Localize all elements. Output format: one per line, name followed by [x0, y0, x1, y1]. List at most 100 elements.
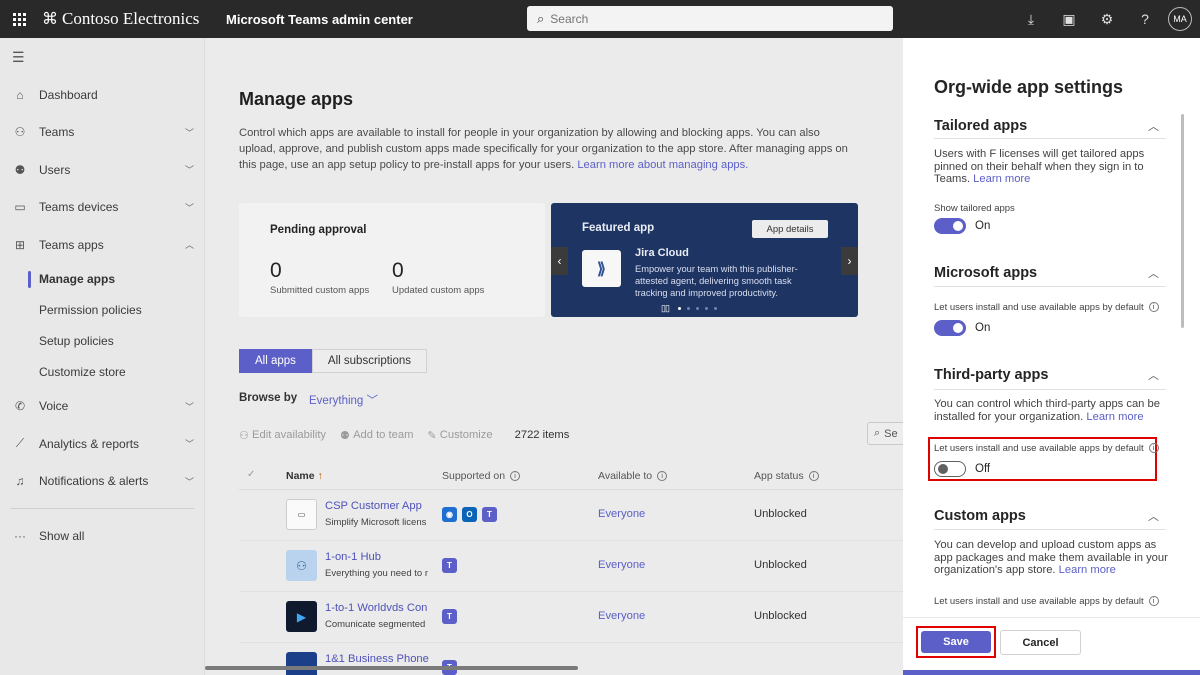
- carousel-dots: ▯▯: [661, 303, 717, 314]
- nav-teams-devices[interactable]: ▭ Teams devices ﹀: [0, 189, 204, 227]
- cancel-button[interactable]: Cancel: [1000, 630, 1081, 655]
- app-details-button[interactable]: App details: [752, 220, 828, 238]
- table-row[interactable]: ⚇ 1-on-1 Hub Everything you need to r T …: [239, 541, 903, 592]
- custom-learn-more-link[interactable]: Learn more: [1059, 564, 1116, 576]
- teams-icon: T: [442, 609, 457, 624]
- ms-toggle-text: Let users install and use available apps…: [934, 302, 1144, 313]
- panel-bottom-bar: [903, 670, 1200, 675]
- third-party-text: You can control which third-party apps c…: [934, 398, 1168, 423]
- chevron-up-icon[interactable]: ︿: [1148, 265, 1159, 281]
- table-row[interactable]: ▭ CSP Customer App Simplify Microsoft li…: [239, 490, 903, 541]
- tab-all-apps[interactable]: All apps: [239, 349, 312, 373]
- save-button[interactable]: Save: [921, 631, 991, 653]
- customize-button[interactable]: ✎ Customize: [427, 429, 492, 442]
- column-available-to[interactable]: Available to i: [598, 470, 668, 482]
- info-icon[interactable]: i: [510, 471, 521, 482]
- app-name-link[interactable]: 1&1 Business Phone: [325, 653, 429, 665]
- nav-permission-policies[interactable]: Permission policies: [0, 295, 204, 326]
- org-brand[interactable]: ⌘ Contoso Electronics: [42, 9, 222, 29]
- column-status-label: App status: [754, 470, 804, 482]
- third-party-apps-toggle[interactable]: [934, 461, 966, 477]
- bell-icon: ♫: [15, 474, 25, 489]
- table-row[interactable]: ▪ 1&1 Business Phone T: [239, 643, 903, 675]
- avatar[interactable]: MA: [1168, 7, 1192, 31]
- app-name-link[interactable]: 1-to-1 Worldvds Con: [325, 602, 429, 614]
- info-icon[interactable]: i: [1148, 443, 1159, 454]
- pause-icon[interactable]: ▯▯: [661, 303, 670, 314]
- edit-availability-button[interactable]: ⚇ Edit availability: [239, 429, 326, 442]
- tailored-learn-more-link[interactable]: Learn more: [973, 173, 1030, 185]
- nav-customize-store[interactable]: Customize store: [0, 357, 204, 388]
- nav-teams-apps[interactable]: ⊞ Teams apps ︿: [0, 226, 204, 264]
- info-icon[interactable]: i: [1148, 302, 1159, 313]
- column-app-status[interactable]: App status i: [754, 470, 819, 482]
- chevron-up-icon[interactable]: ︿: [1148, 508, 1159, 524]
- carousel-dot[interactable]: [677, 307, 681, 310]
- tailored-apps-toggle[interactable]: [934, 218, 966, 234]
- add-to-team-button[interactable]: ⚉ Add to team: [340, 429, 413, 442]
- info-icon[interactable]: i: [657, 471, 668, 482]
- select-all-checkbox[interactable]: ✓: [247, 469, 255, 480]
- nav-setup-policies[interactable]: Setup policies: [0, 326, 204, 357]
- info-icon[interactable]: i: [808, 471, 819, 482]
- app-name-link[interactable]: CSP Customer App: [325, 500, 429, 512]
- third-party-apps-heading: Third-party apps: [934, 367, 1049, 383]
- panel-title: Org-wide app settings: [934, 77, 1124, 97]
- app-launcher-button[interactable]: [0, 0, 38, 38]
- nav-notifications-alerts[interactable]: ♫ Notifications & alerts ﹀: [0, 463, 204, 501]
- nav-teams[interactable]: ⚇ Teams ﹀: [0, 114, 204, 152]
- chevron-down-icon: ﹀: [184, 476, 194, 487]
- available-to-link[interactable]: Everyone: [598, 508, 645, 520]
- analytics-chart-icon: ⟋: [15, 436, 25, 451]
- horizontal-scrollbar[interactable]: [205, 666, 578, 670]
- page-description: Control which apps are available to inst…: [239, 125, 859, 173]
- search-icon: ⌕: [874, 427, 881, 439]
- table-row[interactable]: ▶ 1-to-1 Worldvds Con Comunicate segment…: [239, 592, 903, 643]
- column-supported-on[interactable]: Supported on i: [442, 470, 521, 482]
- nav-analytics-reports[interactable]: ⟋ Analytics & reports ﹀: [0, 425, 204, 463]
- settings-gear-icon[interactable]: ⚙: [1088, 0, 1126, 38]
- info-icon[interactable]: i: [1148, 596, 1159, 607]
- search-input[interactable]: [550, 11, 871, 26]
- featured-app-card: ‹ Featured app App details ⟫ Jira Cloud …: [551, 203, 858, 317]
- microsoft-apps-toggle[interactable]: [934, 320, 966, 336]
- carousel-dot[interactable]: [686, 307, 690, 310]
- panel-scrollbar[interactable]: [1181, 114, 1184, 328]
- hamburger-menu-icon[interactable]: ☰: [0, 38, 204, 76]
- nav-voice[interactable]: ✆ Voice ﹀: [0, 388, 204, 426]
- tab-all-subscriptions[interactable]: All subscriptions: [311, 349, 428, 373]
- submitted-stat[interactable]: 0 Submitted custom apps: [270, 259, 369, 296]
- nav-show-all[interactable]: ··· Show all: [0, 517, 204, 555]
- search-box[interactable]: ⌕: [527, 6, 893, 31]
- nav-users[interactable]: ⚉ Users ﹀: [0, 151, 204, 189]
- supported-platforms: T: [442, 609, 457, 624]
- learn-more-link[interactable]: Learn more about managing apps.: [577, 159, 748, 171]
- chevron-up-icon[interactable]: ︿: [1148, 118, 1159, 134]
- column-name[interactable]: Name ↑: [286, 470, 323, 482]
- left-nav: ☰ ⌂ Dashboard ⚇ Teams ﹀ ⚉ Users ﹀ ▭ Teams devi…: [0, 38, 205, 675]
- carousel-dot[interactable]: [704, 307, 708, 310]
- available-to-link[interactable]: Everyone: [598, 559, 645, 571]
- help-icon[interactable]: ?: [1126, 0, 1164, 38]
- users-icon: ⚉: [14, 162, 26, 177]
- nav-manage-apps[interactable]: Manage apps: [0, 264, 204, 295]
- apps-grid-icon: ⊞: [14, 237, 26, 252]
- nav-dashboard[interactable]: ⌂ Dashboard: [0, 76, 204, 114]
- carousel-dot[interactable]: [713, 307, 717, 310]
- nav-label: Notifications & alerts: [39, 474, 149, 489]
- carousel-dot[interactable]: [695, 307, 699, 310]
- chevron-up-icon[interactable]: ︿: [1148, 367, 1159, 383]
- updated-stat[interactable]: 0 Updated custom apps: [392, 259, 484, 296]
- microsoft-apps-heading: Microsoft apps: [934, 265, 1038, 281]
- carousel-prev-button[interactable]: ‹: [551, 247, 568, 275]
- app-name-link[interactable]: 1-on-1 Hub: [325, 551, 429, 563]
- carousel-next-button[interactable]: ›: [841, 247, 858, 275]
- org-name: Contoso Electronics: [62, 9, 200, 28]
- download-icon[interactable]: ⤓: [1012, 0, 1050, 38]
- available-to-link[interactable]: Everyone: [598, 610, 645, 622]
- terminal-icon[interactable]: ▣: [1050, 0, 1088, 38]
- browse-by-dropdown[interactable]: Everything ﹀: [309, 392, 378, 408]
- table-search-box[interactable]: ⌕ Se: [867, 422, 903, 445]
- third-party-learn-more-link[interactable]: Learn more: [1086, 411, 1143, 423]
- supported-platforms: T: [442, 558, 457, 573]
